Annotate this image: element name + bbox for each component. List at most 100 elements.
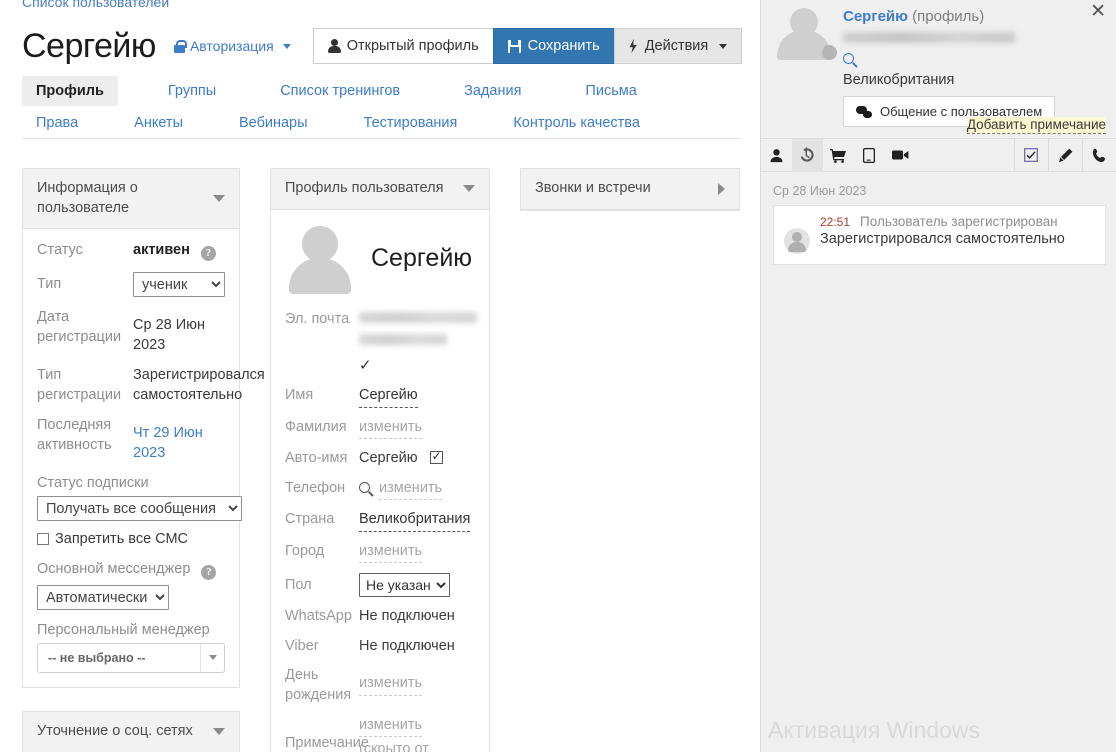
tablet-icon[interactable]	[854, 139, 885, 172]
tab-quality-control[interactable]: Контроль качества	[499, 108, 654, 138]
field-phone-value[interactable]: изменить	[379, 479, 443, 501]
tab-trainings-list[interactable]: Список тренингов	[266, 76, 414, 106]
tab-testing[interactable]: Тестирования	[350, 108, 472, 138]
field-city-value[interactable]: изменить	[359, 542, 423, 564]
personal-manager-select[interactable]: -- не выбрано --	[37, 642, 225, 673]
profile-panel-title: Профиль пользователя	[285, 180, 444, 196]
field-first-name: Имя Сергейю	[285, 386, 475, 408]
field-status: Статус активен ?	[37, 241, 225, 262]
status-badge: активен	[133, 242, 190, 259]
field-last-name-value[interactable]: изменить	[359, 418, 423, 440]
chevron-down-icon	[200, 643, 224, 672]
field-last-activity: Последняя активность Чт 29 Июн 2023	[37, 416, 225, 463]
user-info-panel-header[interactable]: Информация о пользователе	[23, 169, 239, 230]
bolt-icon	[629, 39, 637, 53]
phone-icon[interactable]	[1082, 138, 1116, 172]
chevron-down-icon	[463, 185, 475, 193]
profile-panel-header[interactable]: Профиль пользователя	[271, 169, 489, 210]
field-auto-name: Авто-имя Сергейю	[285, 448, 475, 469]
action-button-group: Открытый профиль Сохранить Действия	[312, 28, 743, 64]
field-last-name-label: Фамилия	[285, 418, 347, 435]
field-whatsapp: WhatsApp Не подключен	[285, 607, 475, 627]
field-registration-type-label: Тип регистрации	[37, 367, 122, 403]
subscription-status-select[interactable]: Получать все сообщения	[37, 495, 242, 521]
add-note-link[interactable]: Добавить примечание	[966, 117, 1106, 134]
side-panel-user-info: Сергейю (профиль) Великобритания Общение…	[843, 8, 1106, 127]
side-panel-user-name[interactable]: Сергейю (профиль)	[843, 8, 1106, 25]
field-registration-date-value: Ср 28 Июн 2023	[133, 317, 206, 353]
open-profile-button[interactable]: Открытый профиль	[312, 28, 494, 64]
task-checkbox-icon[interactable]	[1014, 138, 1048, 172]
close-icon[interactable]: ✕	[1090, 2, 1106, 21]
chevron-right-icon	[718, 182, 725, 195]
help-icon[interactable]: ?	[200, 246, 216, 262]
field-email-label: Эл. почта	[285, 310, 350, 327]
email-redacted-line-1	[359, 311, 477, 323]
pencil-icon[interactable]	[1048, 138, 1082, 172]
gender-select[interactable]: Не указан	[359, 573, 450, 598]
person-icon[interactable]	[761, 139, 792, 172]
calls-and-meetings-panel-header[interactable]: Звонки и встречи	[521, 169, 739, 210]
video-camera-icon[interactable]	[885, 139, 916, 172]
field-type: Тип ученик	[37, 272, 225, 298]
main-content: Список пользователей Сергейю Авторизация…	[0, 0, 760, 752]
user-type-select[interactable]: ученик	[133, 272, 225, 298]
field-first-name-label: Имя	[285, 386, 314, 403]
tab-letters[interactable]: Письма	[571, 76, 650, 106]
block-sms-checkbox-row[interactable]: Запретить все СМС	[37, 531, 225, 547]
field-birthday: День рождения изменить	[285, 666, 475, 705]
side-panel-name-text: Сергейю	[843, 8, 908, 25]
personal-manager-value: -- не выбрано --	[48, 650, 146, 665]
chat-bubbles-icon	[856, 105, 872, 118]
search-icon[interactable]	[843, 53, 854, 64]
actions-label: Действия	[644, 37, 709, 54]
field-status-value: активен ?	[133, 241, 216, 262]
authorization-label: Авторизация	[189, 38, 274, 54]
side-panel-toolbar	[761, 138, 1116, 172]
side-panel-name-suffix: (профиль)	[912, 8, 985, 25]
field-first-name-value[interactable]: Сергейю	[359, 386, 418, 408]
save-button[interactable]: Сохранить	[492, 28, 615, 64]
field-birthday-label: День рождения	[285, 667, 352, 703]
activity-feed-item[interactable]: 22:51 Пользователь зарегистрирован Зарег…	[773, 205, 1106, 265]
auto-name-checkbox[interactable]	[429, 448, 443, 464]
chevron-down-icon	[719, 43, 728, 49]
field-email-value[interactable]: ✓	[359, 310, 477, 376]
breadcrumb[interactable]: Список пользователей	[22, 0, 169, 10]
cart-icon[interactable]	[823, 139, 854, 172]
search-icon[interactable]	[359, 481, 370, 493]
field-note-value[interactable]: изменить	[359, 716, 423, 738]
activity-text: Зарегистрировался самостоятельно	[820, 231, 1065, 247]
field-country-value[interactable]: Великобритания	[359, 510, 471, 532]
field-country: Страна Великобритания	[285, 510, 475, 532]
field-last-activity-value[interactable]: Чт 29 Июн 2023	[133, 416, 225, 463]
avatar	[784, 228, 810, 254]
open-profile-label: Открытый профиль	[346, 37, 479, 54]
field-gender-label: Пол	[285, 576, 312, 593]
field-birthday-value[interactable]: изменить	[359, 674, 423, 696]
authorization-dropdown[interactable]: Авторизация	[173, 38, 291, 54]
tab-forms[interactable]: Анкеты	[120, 108, 197, 138]
side-panel-search-row[interactable]	[843, 50, 1106, 68]
field-registration-date-label: Дата регистрации	[37, 309, 122, 345]
primary-messenger-label: Основной мессенджер ?	[37, 561, 225, 580]
user-info-panel: Информация о пользователе Статус активен…	[22, 168, 265, 688]
history-icon[interactable]	[792, 138, 823, 172]
page-header: Сергейю Авторизация Открытый профиль Сох…	[22, 24, 743, 68]
block-sms-checkbox[interactable]	[37, 532, 49, 545]
social-networks-panel-header[interactable]: Уточнение о соц. сетях	[23, 712, 239, 752]
primary-messenger-select[interactable]: Автоматически	[37, 584, 169, 610]
field-viber-label: Viber	[285, 637, 319, 654]
actions-dropdown-button[interactable]: Действия	[613, 28, 743, 64]
field-email: Эл. почта ✓	[285, 310, 477, 376]
tab-tasks[interactable]: Задания	[450, 76, 535, 106]
tab-groups[interactable]: Группы	[154, 76, 230, 106]
tab-webinars[interactable]: Вебинары	[225, 108, 322, 138]
tab-profile[interactable]: Профиль	[22, 76, 118, 106]
field-auto-name-label: Авто-имя	[285, 450, 348, 467]
field-whatsapp-value: Не подключен	[359, 608, 455, 625]
tab-rights[interactable]: Права	[22, 108, 92, 138]
help-icon[interactable]: ?	[201, 564, 217, 580]
field-whatsapp-label: WhatsApp	[285, 608, 352, 625]
primary-messenger-label-text: Основной мессенджер	[37, 560, 191, 577]
